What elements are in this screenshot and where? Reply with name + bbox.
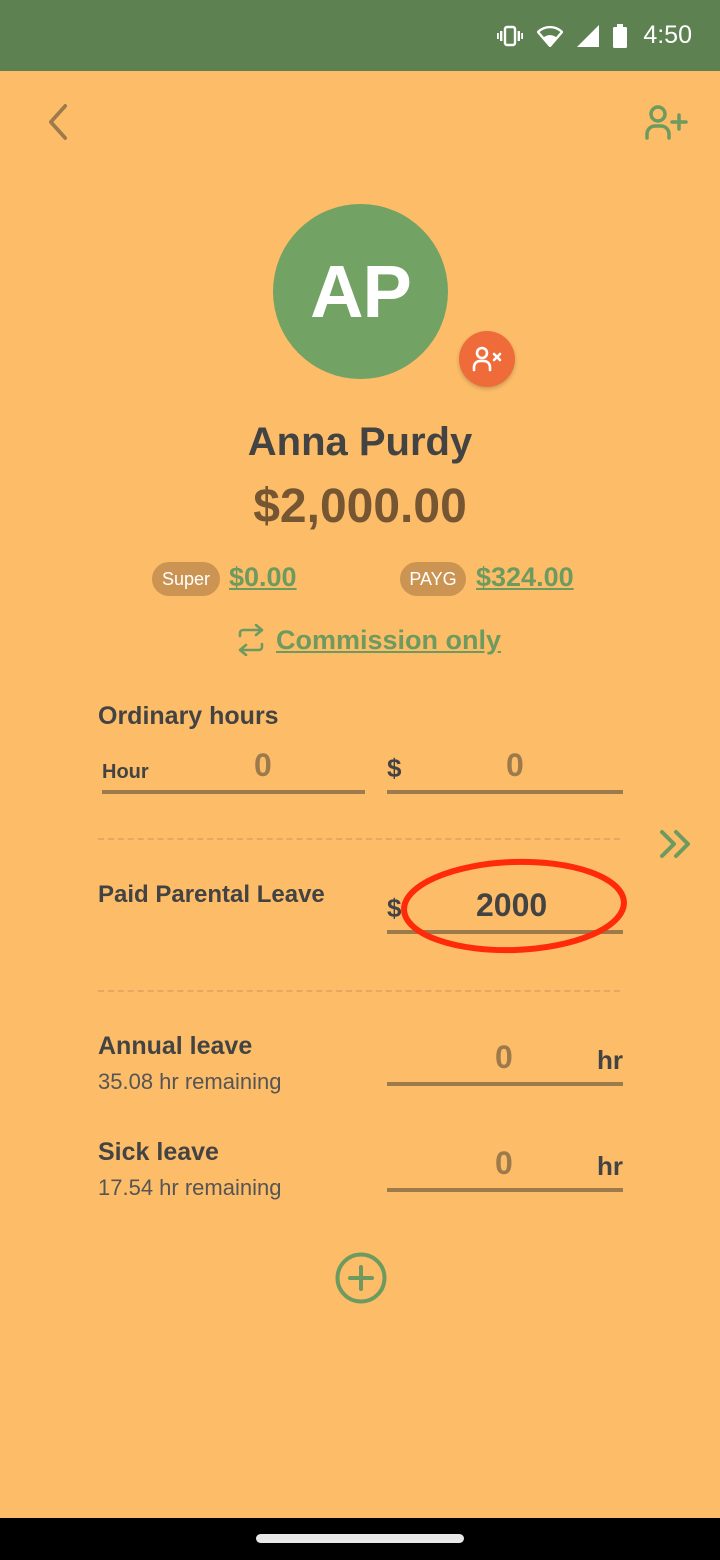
sick-leave-remaining: 17.54 hr remaining [98, 1175, 282, 1200]
super-value-link[interactable]: $0.00 [229, 562, 297, 593]
sick-leave-title: Sick leave [98, 1138, 219, 1166]
dollar-prefix: $ [387, 753, 402, 783]
employee-name: Anna Purdy [247, 420, 473, 464]
chevron-left-icon [49, 104, 68, 140]
status-bar: 4:50 [0, 0, 720, 71]
plus-circle-icon [335, 1252, 387, 1304]
avatar-initials: AP [310, 250, 412, 333]
divider [98, 838, 620, 840]
total-amount: $2,000.00 [253, 480, 467, 533]
super-badge: Super [152, 562, 220, 596]
parental-leave-title: Paid Parental Leave [98, 881, 325, 908]
ordinary-amount-field[interactable]: $ 0 [387, 747, 623, 794]
hour-input[interactable]: 0 [254, 747, 272, 784]
sick-leave-field[interactable]: 0 hr [387, 1145, 623, 1192]
signal-icon [577, 24, 600, 47]
home-gesture-handle[interactable] [256, 1534, 464, 1543]
annual-leave-remaining: 35.08 hr remaining [98, 1069, 282, 1094]
expand-button[interactable] [656, 826, 696, 862]
annual-leave-input[interactable]: 0 [495, 1039, 513, 1076]
sick-leave-input[interactable]: 0 [495, 1145, 513, 1182]
battery-icon [613, 23, 628, 48]
remove-user-button[interactable] [459, 331, 515, 387]
annual-leave-field[interactable]: 0 hr [387, 1039, 623, 1086]
unit-label: hr [597, 1045, 623, 1075]
red-ellipse-highlight [401, 858, 627, 954]
pay-type-link[interactable]: Commission only [236, 624, 501, 656]
payg-badge: PAYG [400, 562, 466, 596]
pay-type-label: Commission only [276, 624, 502, 655]
user-plus-icon [645, 105, 688, 140]
unit-label: hr [597, 1151, 623, 1181]
vibrate-icon [497, 25, 524, 46]
swap-icon [238, 624, 264, 656]
back-button[interactable] [40, 100, 84, 144]
double-chevron-right-icon [660, 830, 690, 858]
ordinary-hours-title: Ordinary hours [98, 702, 279, 730]
wifi-icon [537, 25, 564, 47]
add-item-button[interactable] [334, 1251, 388, 1305]
payg-value-link[interactable]: $324.00 [476, 562, 574, 593]
hour-label: Hour [102, 761, 149, 783]
avatar: AP [273, 204, 448, 379]
add-user-button[interactable] [642, 100, 690, 144]
user-x-icon [472, 346, 502, 372]
ordinary-amount-input[interactable]: 0 [506, 747, 524, 784]
divider [98, 990, 620, 992]
annual-leave-title: Annual leave [98, 1032, 253, 1060]
ordinary-hours-field[interactable]: Hour 0 [102, 747, 365, 794]
status-time: 4:50 [643, 21, 692, 49]
